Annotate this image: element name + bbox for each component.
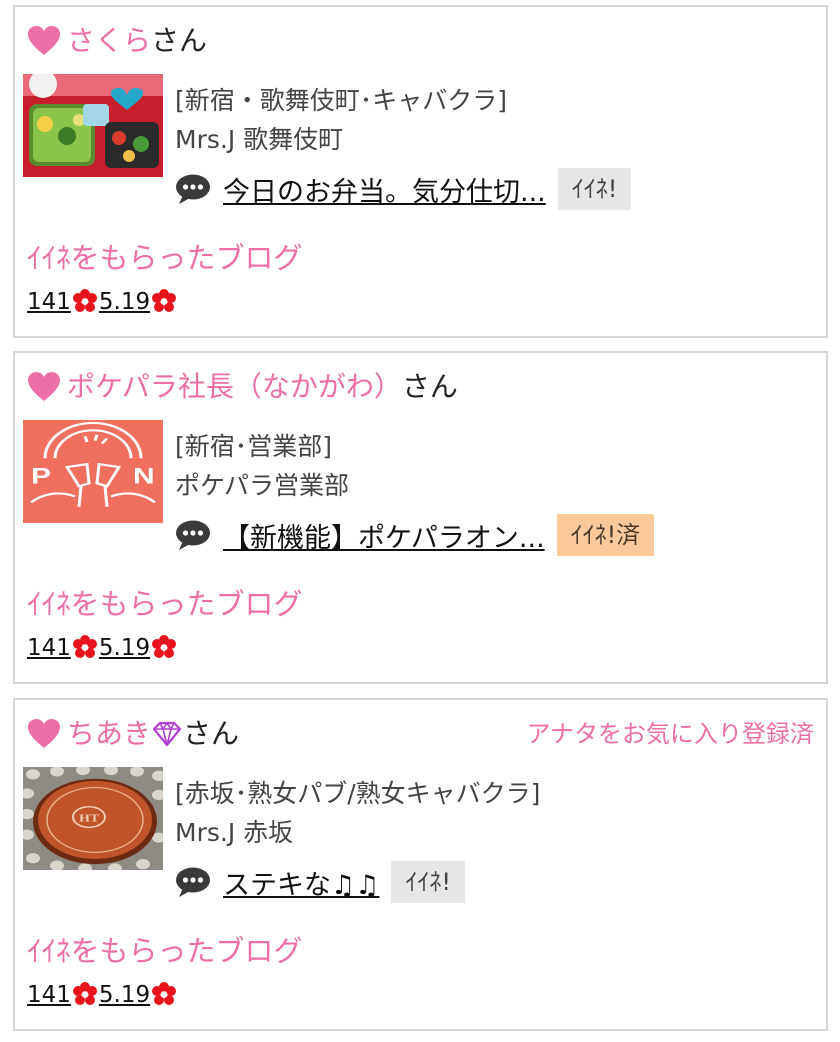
speech-bubble-icon xyxy=(176,867,210,897)
blog-title-link[interactable]: ステキな♫♫ xyxy=(223,863,379,902)
liked-blog-label: ｲｲﾈをもらったブログ xyxy=(27,241,303,275)
username-link[interactable]: ちあき xyxy=(67,714,151,754)
stat-count: 141 xyxy=(27,289,71,315)
pn-logo-icon: P N xyxy=(23,420,163,523)
svg-text:P: P xyxy=(31,463,51,488)
flower-icon xyxy=(152,635,177,658)
shop-name[interactable]: Mrs.J 歌舞伎町 xyxy=(175,120,343,156)
card-header: ポケパラ社長（なかがわ） さん xyxy=(27,367,458,407)
like-done-button[interactable]: ｲｲﾈ!済 xyxy=(556,514,655,556)
stat-count: 141 xyxy=(27,982,71,1008)
shop-name[interactable]: Mrs.J 赤坂 xyxy=(175,813,293,849)
blog-title-link[interactable]: 今日のお弁当。気分仕切... xyxy=(223,170,546,209)
blog-stats-link[interactable]: 141 5.19 xyxy=(27,289,178,315)
flower-icon xyxy=(72,635,97,658)
blog-stats-link[interactable]: 141 5.19 xyxy=(27,982,178,1008)
heart-icon xyxy=(28,719,60,748)
blog-row: ステキな♫♫ ｲｲﾈ! xyxy=(175,860,466,904)
speech-bubble-icon xyxy=(176,174,210,204)
card-header: さくら さん xyxy=(27,21,207,61)
user-card: ちあき さん アナタをお気に入り登録済 HT [赤坂･熟女パブ/熟女キャバクラ]… xyxy=(13,698,828,1031)
blog-thumbnail[interactable]: P N xyxy=(23,420,163,523)
stat-date: 5.19 xyxy=(98,289,151,315)
username-suffix: さん xyxy=(183,717,240,750)
svg-text:N: N xyxy=(133,463,155,488)
flower-icon xyxy=(72,982,97,1005)
shop-category: [新宿･営業部] xyxy=(175,432,333,461)
liked-blog-label: ｲｲﾈをもらったブログ xyxy=(27,934,303,968)
stat-date: 5.19 xyxy=(98,982,151,1008)
username-suffix: さん xyxy=(151,24,208,57)
username-suffix: さん xyxy=(401,370,458,403)
heart-icon xyxy=(28,372,60,401)
flower-icon xyxy=(72,289,97,312)
blog-thumbnail[interactable]: HT xyxy=(23,767,163,870)
blog-row: 今日のお弁当。気分仕切... ｲｲﾈ! xyxy=(175,167,632,211)
svg-text:HT: HT xyxy=(79,812,99,824)
blog-stats-link[interactable]: 141 5.19 xyxy=(27,635,178,661)
like-button[interactable]: ｲｲﾈ! xyxy=(557,168,632,210)
user-card: さくら さん [新宿・歌舞伎町･キャバクラ] Mrs.J 歌舞伎町 今日のお弁当… xyxy=(13,5,828,338)
liked-blog-label: ｲｲﾈをもらったブログ xyxy=(27,587,303,621)
heart-icon xyxy=(28,26,60,55)
user-card: ポケパラ社長（なかがわ） さん P N [新宿･営業部] ポケパラ営業部 【新機… xyxy=(13,351,828,684)
favorite-status: アナタをお気に入り登録済 xyxy=(526,720,814,748)
shop-category: [新宿・歌舞伎町･キャバクラ] xyxy=(175,86,508,115)
tea-tin-photo: HT xyxy=(23,767,163,870)
username-link[interactable]: さくら xyxy=(67,21,151,61)
blog-thumbnail[interactable] xyxy=(23,74,163,177)
blog-row: 【新機能】ポケパラオン... ｲｲﾈ!済 xyxy=(175,513,655,557)
stat-count: 141 xyxy=(27,635,71,661)
shop-name[interactable]: ポケパラ営業部 xyxy=(175,466,349,502)
shop-category: [赤坂･熟女パブ/熟女キャバクラ] xyxy=(175,779,541,808)
diamond-icon xyxy=(152,721,182,747)
card-header: ちあき さん xyxy=(27,714,239,754)
like-button[interactable]: ｲｲﾈ! xyxy=(391,861,466,903)
flower-icon xyxy=(152,289,177,312)
speech-bubble-icon xyxy=(176,520,210,550)
blog-title-link[interactable]: 【新機能】ポケパラオン... xyxy=(223,516,545,555)
stat-date: 5.19 xyxy=(98,635,151,661)
flower-icon xyxy=(152,982,177,1005)
username-link[interactable]: ポケパラ社長（なかがわ） xyxy=(67,367,402,407)
